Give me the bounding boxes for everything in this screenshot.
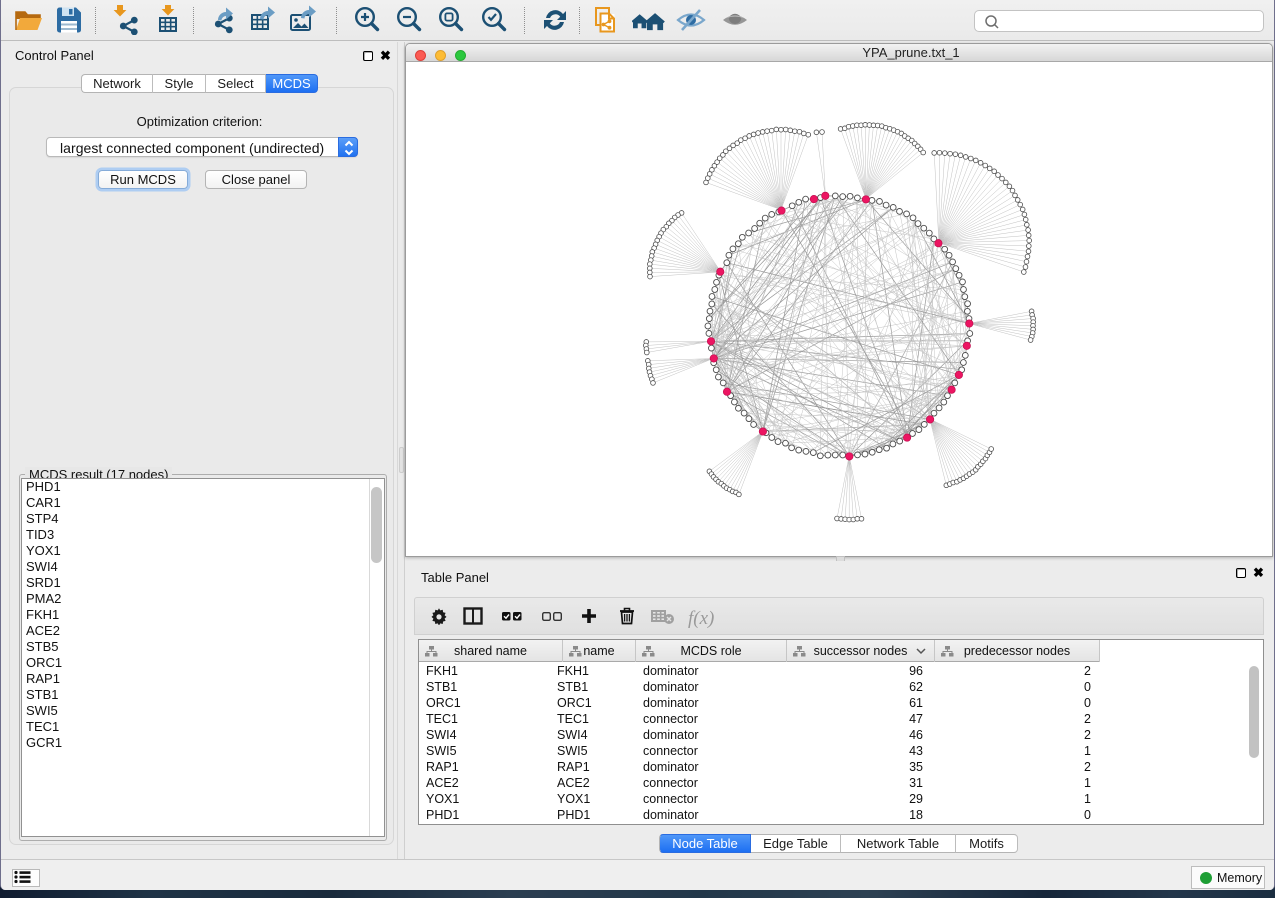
- svg-text:f(x): f(x): [688, 608, 714, 629]
